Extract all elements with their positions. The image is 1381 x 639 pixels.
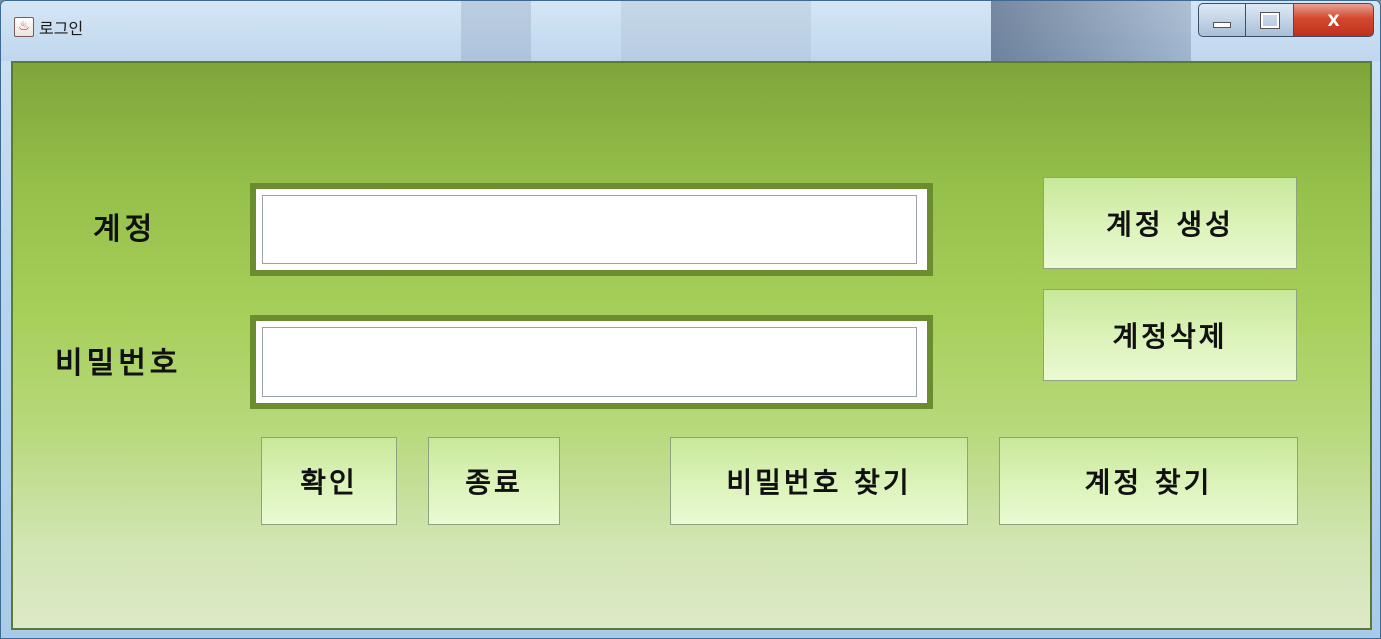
confirm-label: 확인 xyxy=(300,466,358,499)
minimize-button[interactable] xyxy=(1198,3,1246,37)
delete-account-label: 계정삭제 xyxy=(1112,320,1228,353)
background-blur xyxy=(991,1,1191,61)
exit-label: 종료 xyxy=(465,466,523,499)
create-account-label: 계정 생성 xyxy=(1106,208,1234,241)
background-blur xyxy=(461,1,531,61)
login-panel: 계정 비밀번호 계정 생성 계정삭제 확인 종료 비밀번호 찾기 계정 찾기 xyxy=(11,61,1372,630)
create-account-button[interactable]: 계정 생성 xyxy=(1043,177,1297,269)
find-password-button[interactable]: 비밀번호 찾기 xyxy=(670,437,968,525)
close-button[interactable]: X xyxy=(1294,3,1374,37)
login-window: ♨ 로그인 X 계정 비밀번호 계정 생성 계정삭제 확인 종료 비밀번호 찾기… xyxy=(0,0,1381,639)
confirm-button[interactable]: 확인 xyxy=(261,437,397,525)
maximize-icon xyxy=(1259,11,1280,29)
account-label: 계정 xyxy=(93,212,157,247)
java-app-icon: ♨ xyxy=(14,17,34,37)
close-icon: X xyxy=(1327,10,1340,30)
account-field-frame xyxy=(250,183,933,276)
password-input[interactable] xyxy=(262,327,917,397)
window-title: 로그인 xyxy=(39,19,84,38)
find-account-label: 계정 찾기 xyxy=(1084,466,1213,499)
exit-button[interactable]: 종료 xyxy=(428,437,560,525)
caption-buttons: X xyxy=(1198,3,1374,41)
delete-account-button[interactable]: 계정삭제 xyxy=(1043,289,1297,381)
background-blur xyxy=(621,1,811,61)
find-password-label: 비밀번호 찾기 xyxy=(726,466,912,499)
maximize-button[interactable] xyxy=(1246,3,1294,37)
minimize-icon xyxy=(1213,22,1231,28)
account-input[interactable] xyxy=(262,195,917,264)
title-bar[interactable]: ♨ 로그인 X xyxy=(1,1,1380,61)
find-account-button[interactable]: 계정 찾기 xyxy=(999,437,1298,525)
password-label: 비밀번호 xyxy=(55,346,182,381)
password-field-frame xyxy=(250,315,933,409)
